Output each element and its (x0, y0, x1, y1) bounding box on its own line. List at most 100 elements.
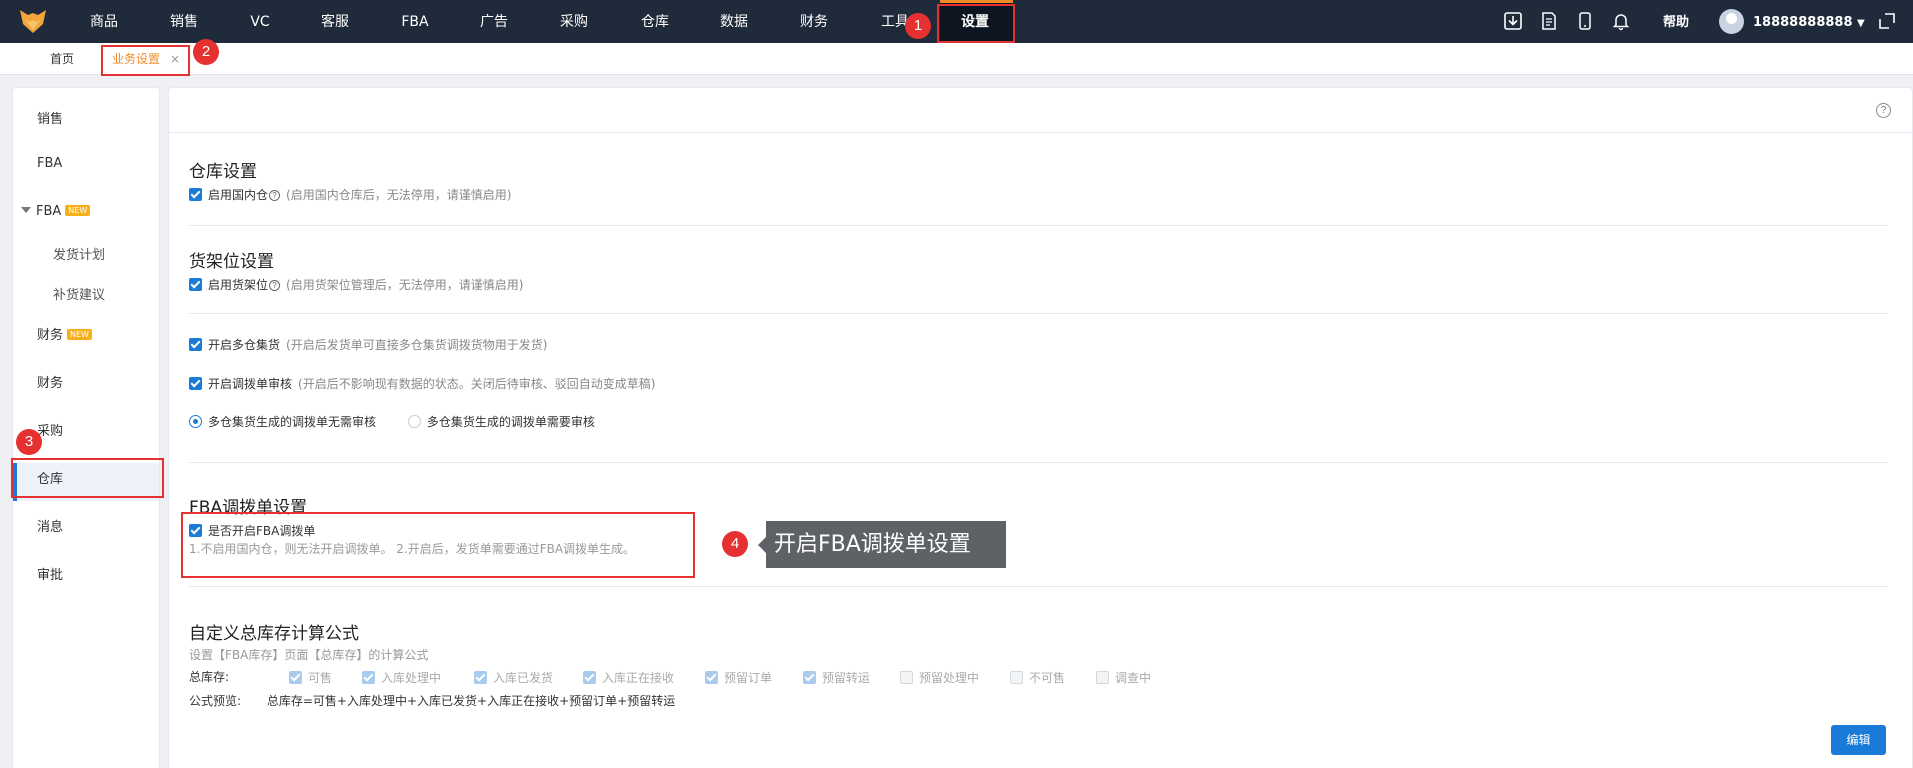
formula-desc: 设置【FBA库存】页面【总库存】的计算公式 (189, 648, 429, 662)
checkbox-unchecked[interactable] (900, 671, 913, 684)
checkbox-checked[interactable] (189, 377, 202, 390)
nav-item-customer-service[interactable]: 客服 (321, 0, 349, 43)
sidebar-item-message[interactable]: 消息 (37, 516, 63, 535)
bell-icon[interactable] (1611, 11, 1631, 31)
radio-need-review-label: 多仓集货生成的调拨单需要审核 (426, 415, 595, 429)
formula-preview: 公式预览: 总库存=可售+入库处理中+入库已发货+入库正在接收+预留订单+预留转… (189, 693, 675, 709)
mobile-icon[interactable] (1575, 11, 1595, 31)
new-badge: NEW (65, 205, 91, 216)
nav-item-warehouse[interactable]: 仓库 (641, 0, 669, 43)
divider (189, 313, 1888, 314)
checkbox-disabled-checked (474, 671, 487, 684)
enable-shelf-label: 启用货架位 (208, 278, 269, 292)
highlight-settings (937, 4, 1015, 43)
question-icon[interactable]: ? (269, 280, 281, 291)
caret-down-icon (21, 207, 31, 213)
nav-item-data[interactable]: 数据 (720, 0, 748, 43)
nav-item-finance[interactable]: 财务 (800, 0, 828, 43)
radio-no-review[interactable]: 多仓集货生成的调拨单无需审核 (189, 415, 376, 429)
formula-section-title: 自定义总库存计算公式 (189, 624, 359, 644)
enable-domestic-warehouse[interactable]: 启用国内仓? (启用国内仓库后，无法停用，请谨慎启用) (189, 187, 511, 203)
nav-item-sales[interactable]: 销售 (170, 0, 198, 43)
question-icon[interactable]: ? (269, 190, 281, 201)
highlight-business-settings-tab (101, 45, 190, 76)
warehouse-section-title: 仓库设置 (189, 162, 257, 182)
option-investigating[interactable]: 调查中 (1096, 669, 1151, 686)
multi-warehouse-note: (开启后发货单可直接多仓集货调拨货物用于发货) (286, 338, 548, 352)
review-radio-group: 多仓集货生成的调拨单无需审核 多仓集货生成的调拨单需要审核 (189, 414, 595, 430)
nav-item-products[interactable]: 商品 (90, 0, 118, 43)
fullscreen-icon[interactable] (1877, 11, 1897, 31)
divider (189, 586, 1888, 587)
radio-unselected[interactable] (407, 415, 421, 428)
checkbox-disabled-checked (583, 671, 596, 684)
help-icon[interactable]: ? (1876, 103, 1891, 118)
checkbox-unchecked[interactable] (1010, 671, 1023, 684)
checkbox-disabled-checked (362, 671, 375, 684)
shelf-section-title: 货架位设置 (189, 252, 274, 272)
option-reserved-processing[interactable]: 预留处理中 (900, 669, 979, 686)
user-menu[interactable]: 18888888888 ▼ (1753, 0, 1865, 46)
checkbox-checked[interactable] (189, 338, 202, 351)
sidebar-item-restock[interactable]: 补货建议 (53, 284, 105, 303)
download-icon[interactable] (1503, 11, 1523, 31)
radio-selected[interactable] (189, 415, 202, 428)
sidebar-group-fba[interactable]: FBA NEW (21, 204, 91, 219)
multi-warehouse-label: 开启多仓集货 (208, 338, 281, 352)
help-link[interactable]: 帮助 (1663, 0, 1689, 45)
sidebar-group-fba-label: FBA (36, 204, 62, 219)
checkbox-checked[interactable] (189, 278, 202, 291)
sidebar-item-approval[interactable]: 审批 (37, 564, 63, 583)
chevron-down-icon: ▼ (1857, 18, 1865, 29)
option-reserved-transfer: 预留转运 (803, 669, 870, 686)
callout-tooltip: 开启FBA调拨单设置 (758, 521, 1006, 568)
sidebar-item-sales[interactable]: 销售 (37, 108, 63, 127)
checkbox-disabled-checked (289, 671, 302, 684)
radio-no-review-label: 多仓集货生成的调拨单无需审核 (208, 415, 377, 429)
checkbox-checked[interactable] (189, 188, 202, 201)
nav-item-purchase[interactable]: 采购 (560, 0, 588, 43)
option-label: 预留订单 (724, 671, 773, 685)
total-inventory-label: 总库存: (189, 670, 230, 684)
option-unsellable[interactable]: 不可售 (1010, 669, 1065, 686)
nav-item-vc[interactable]: VC (250, 0, 269, 43)
option-label: 可售 (308, 671, 333, 685)
sidebar-item-finance[interactable]: 财务 (37, 372, 63, 391)
transfer-review-label: 开启调拨单审核 (208, 377, 293, 391)
checkbox-disabled-checked (803, 671, 816, 684)
avatar[interactable] (1719, 9, 1744, 34)
option-inbound-receiving: 入库正在接收 (583, 669, 674, 686)
nav-item-fba[interactable]: FBA (401, 0, 428, 43)
highlight-fba-transfer (181, 512, 695, 578)
step-badge-2: 2 (193, 39, 219, 65)
sidebar-item-finance-new-label: 财务 (37, 328, 64, 343)
enable-multi-warehouse[interactable]: 开启多仓集货 (开启后发货单可直接多仓集货调拨货物用于发货) (189, 337, 547, 353)
checkbox-unchecked[interactable] (1096, 671, 1109, 684)
tab-home[interactable]: 首页 (50, 43, 74, 75)
option-label: 预留处理中 (919, 671, 980, 685)
nav-item-ads[interactable]: 广告 (480, 0, 508, 43)
edit-button[interactable]: 编辑 (1831, 725, 1886, 755)
option-label: 不可售 (1029, 671, 1066, 685)
enable-domestic-warehouse-label: 启用国内仓 (208, 188, 269, 202)
new-badge: NEW (67, 329, 92, 340)
fox-logo-icon[interactable] (18, 6, 48, 36)
sidebar-item-finance-new[interactable]: 财务 NEW (37, 324, 92, 343)
step-badge-1: 1 (905, 13, 931, 39)
transfer-review-note: (开启后不影响现有数据的状态。关闭后待审核、驳回自动变成草稿) (298, 377, 656, 391)
sidebar-item-fba[interactable]: FBA (37, 156, 62, 171)
radio-need-review[interactable]: 多仓集货生成的调拨单需要审核 (407, 415, 595, 429)
document-icon[interactable] (1539, 11, 1559, 31)
warehouse-note: (启用国内仓库后，无法停用，请谨慎启用) (286, 188, 512, 202)
divider (189, 462, 1888, 463)
sidebar-item-ship-plan[interactable]: 发货计划 (53, 244, 105, 263)
shelf-note: (启用货架位管理后，无法停用，请谨慎启用) (286, 278, 524, 292)
enable-shelf-location[interactable]: 启用货架位? (启用货架位管理后，无法停用，请谨慎启用) (189, 277, 523, 293)
username: 18888888888 (1753, 15, 1853, 30)
divider (189, 225, 1888, 226)
checkbox-disabled-checked (705, 671, 718, 684)
option-label: 入库正在接收 (602, 671, 675, 685)
option-inbound-processing: 入库处理中 (362, 669, 441, 686)
enable-transfer-review[interactable]: 开启调拨单审核 (开启后不影响现有数据的状态。关闭后待审核、驳回自动变成草稿) (189, 376, 655, 392)
option-label: 入库已发货 (493, 671, 554, 685)
